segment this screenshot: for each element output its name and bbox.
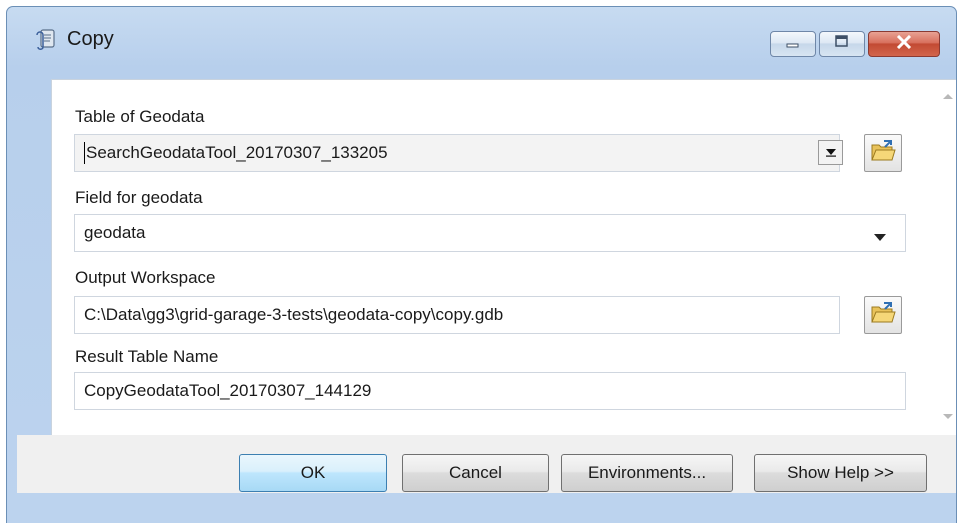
close-button[interactable] (868, 31, 940, 57)
output-workspace-value: C:\Data\gg3\grid-garage-3-tests\geodata-… (84, 305, 504, 324)
field-for-geodata-value: geodata (84, 223, 146, 242)
scroll-down-icon[interactable] (943, 414, 953, 419)
parameters-panel: Table of Geodata SearchGeodataTool_20170… (51, 79, 956, 435)
text-cursor (84, 142, 85, 164)
result-table-name-input[interactable]: CopyGeodataTool_20170307_144129 (74, 372, 906, 410)
output-workspace-input[interactable]: C:\Data\gg3\grid-garage-3-tests\geodata-… (74, 296, 840, 334)
cancel-button[interactable]: Cancel (402, 454, 549, 492)
result-table-name-label: Result Table Name (75, 347, 219, 366)
open-folder-icon (870, 301, 896, 330)
table-of-geodata-combobox[interactable]: SearchGeodataTool_20170307_133205 (74, 134, 840, 172)
open-folder-icon (870, 139, 896, 168)
minimize-icon (785, 35, 801, 53)
output-workspace-browse-button[interactable] (864, 296, 902, 334)
ok-button[interactable]: OK (239, 454, 387, 492)
vertical-scrollbar[interactable] (938, 80, 956, 435)
button-bar: OK Cancel Environments... Show Help >> (17, 435, 956, 493)
field-for-geodata-label: Field for geodata (75, 188, 203, 207)
table-of-geodata-browse-button[interactable] (864, 134, 902, 172)
minimize-button[interactable] (770, 31, 816, 57)
table-of-geodata-dropdown-button[interactable] (818, 140, 843, 165)
table-of-geodata-label: Table of Geodata (75, 107, 205, 126)
scroll-up-icon[interactable] (943, 94, 953, 99)
script-tool-icon (34, 27, 58, 51)
title-bar[interactable]: Copy (7, 7, 956, 79)
field-dropdown-arrow-icon[interactable] (874, 234, 886, 241)
result-table-name-value: CopyGeodataTool_20170307_144129 (84, 381, 372, 400)
maximize-button[interactable] (819, 31, 865, 57)
window-title: Copy (67, 28, 114, 50)
maximize-icon (834, 34, 850, 54)
output-workspace-label: Output Workspace (75, 268, 216, 287)
environments-button[interactable]: Environments... (561, 454, 733, 492)
close-icon (896, 34, 912, 54)
table-of-geodata-value: SearchGeodataTool_20170307_133205 (86, 143, 388, 162)
chevron-down-icon (825, 144, 837, 162)
copy-dialog-window: Copy Table of Geodata SearchGeodataTool_… (6, 6, 957, 523)
show-help-button[interactable]: Show Help >> (754, 454, 927, 492)
field-for-geodata-select[interactable]: geodata (74, 214, 906, 252)
